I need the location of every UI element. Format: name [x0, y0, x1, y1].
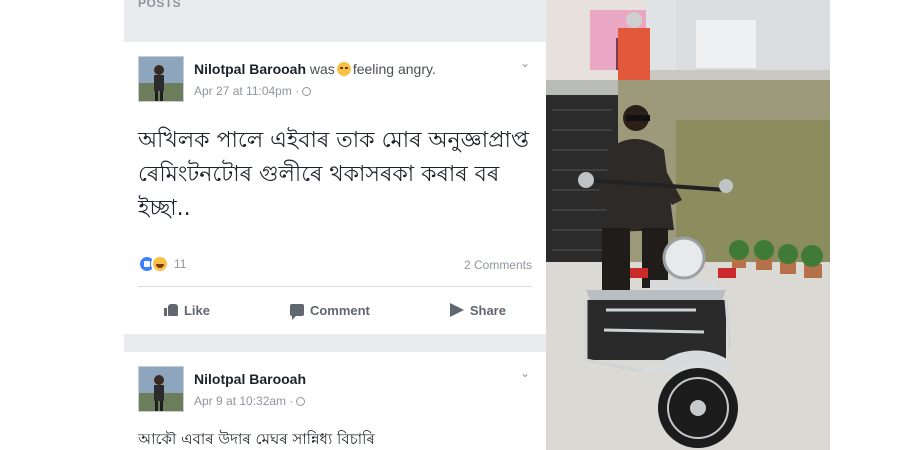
post-text: আকৌ এবাৰ উদাৰ মেঘৰ সান্নিধ্য বিচাৰি: [138, 430, 375, 448]
share-arrow-icon: [449, 303, 464, 317]
globe-icon[interactable]: [302, 87, 312, 96]
activity-feeling: feeling angry.: [352, 61, 436, 77]
share-button[interactable]: Share: [449, 302, 506, 318]
post-actions: Like Comment Share: [124, 294, 546, 326]
like-button[interactable]: Like: [163, 302, 210, 318]
thumbs-up-icon: [163, 304, 178, 316]
comment-label: Comment: [309, 302, 370, 318]
post-timestamp[interactable]: Apr 27 at 11:04pm: [194, 84, 292, 98]
activity-prefix: was: [309, 61, 335, 77]
post-meta: Apr 9 at 10:32am ·: [194, 394, 306, 408]
author-name[interactable]: Nilotpal Barooah: [194, 371, 306, 387]
post-author-line: Nilotpal Barooah was feeling angry.: [194, 61, 436, 77]
comments-count-link[interactable]: 2 Comments: [464, 258, 532, 272]
comment-icon: [289, 304, 304, 320]
facebook-feed: POSTS Nilotpal Barooah was feeling angry.…: [124, 0, 546, 450]
meta-separator: ·: [289, 394, 294, 408]
haha-reaction-icon: [151, 255, 169, 273]
post-author-line: Nilotpal Barooah: [194, 371, 306, 387]
like-label: Like: [183, 302, 210, 318]
share-label: Share: [469, 302, 506, 318]
posts-section-label: POSTS: [138, 0, 182, 10]
post-card: Nilotpal Barooah Apr 9 at 10:32am · ⌄ আক…: [124, 352, 546, 450]
globe-icon[interactable]: [296, 397, 306, 406]
chevron-down-icon[interactable]: ⌄: [520, 56, 530, 70]
avatar[interactable]: [138, 56, 184, 102]
author-name[interactable]: Nilotpal Barooah: [194, 61, 306, 77]
reaction-summary[interactable]: 11: [138, 255, 186, 273]
motorcycle-photo: [546, 0, 830, 450]
meta-separator: ·: [295, 84, 300, 98]
post-meta: Apr 27 at 11:04pm ·: [194, 84, 312, 98]
reaction-count: 11: [174, 257, 187, 271]
post-text: অখিলক পালে এইবাৰ তাক মোৰ অনুজ্ঞাপ্রাপ্ত …: [138, 128, 529, 221]
comment-button[interactable]: Comment: [289, 302, 370, 320]
divider: [138, 286, 532, 287]
right-margin: [830, 0, 900, 450]
chevron-down-icon[interactable]: ⌄: [520, 366, 530, 380]
post-timestamp[interactable]: Apr 9 at 10:32am: [194, 394, 286, 408]
angry-emoji-icon: [336, 62, 351, 76]
post-card: Nilotpal Barooah was feeling angry. Apr 2…: [124, 42, 546, 334]
avatar[interactable]: [138, 366, 184, 412]
